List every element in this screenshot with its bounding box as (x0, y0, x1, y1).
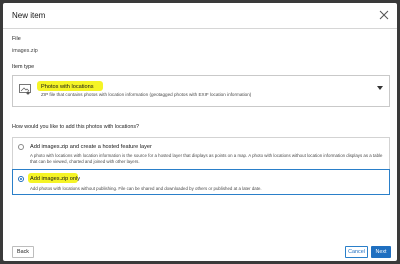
add-method-question: How would you like to add this photos wi… (12, 124, 140, 130)
radio-add-file-only[interactable] (18, 176, 24, 182)
option-title: Add images.zip and create a hosted featu… (30, 144, 152, 150)
dialog-header: New item (3, 3, 397, 29)
item-type-dropdown[interactable]: Photos with locations ZIP file that cont… (12, 75, 390, 107)
caret-down-icon[interactable] (377, 86, 383, 91)
back-button[interactable]: Back (12, 246, 34, 258)
option-title: Add images.zip only (30, 176, 81, 182)
item-type-name: Photos with locations (41, 84, 94, 90)
file-label: File (12, 36, 21, 42)
radio-create-hosted-layer[interactable] (18, 144, 24, 150)
next-button[interactable]: Next (371, 246, 391, 258)
item-type-label: Item type (12, 64, 35, 70)
close-icon[interactable] (379, 10, 389, 20)
file-name: images.zip (12, 48, 38, 54)
cancel-button[interactable]: Cancel (345, 246, 368, 258)
dialog-title: New item (12, 11, 46, 20)
option-add-file-only[interactable]: Add images.zip only Add photos with loca… (12, 169, 390, 195)
item-type-description: ZIP file that contains photos with locat… (41, 92, 252, 97)
option-create-hosted-layer[interactable]: Add images.zip and create a hosted featu… (12, 137, 390, 169)
option-description: Add photos with locations without publis… (30, 186, 262, 191)
new-item-dialog: New item File images.zip Item type Photo… (3, 3, 397, 261)
option-description: A photo with locations with location inf… (30, 153, 383, 164)
photo-location-icon (19, 84, 31, 95)
